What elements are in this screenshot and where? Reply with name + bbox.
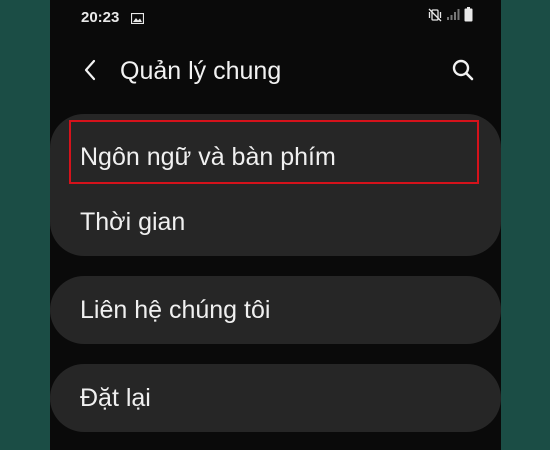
- back-arrow-icon: [83, 59, 97, 86]
- settings-item-label: Ngôn ngữ và bàn phím: [80, 143, 336, 171]
- settings-item-label: Thời gian: [80, 208, 186, 236]
- settings-item-label: Đặt lại: [80, 384, 151, 412]
- signal-icon: [446, 8, 460, 26]
- settings-item-reset[interactable]: Đặt lại: [50, 364, 501, 432]
- status-time: 20:23: [81, 9, 120, 26]
- battery-icon: [464, 7, 473, 27]
- search-button[interactable]: [447, 56, 479, 88]
- phone-screen: 20:23 Quản lý chung Ngôn ngữ và bàn phím…: [50, 0, 501, 450]
- mute-vibrate-icon: [428, 8, 442, 27]
- back-button[interactable]: [74, 56, 106, 88]
- settings-group-1: Ngôn ngữ và bàn phím Thời gian: [50, 114, 501, 256]
- settings-item-time[interactable]: Thời gian: [50, 188, 501, 256]
- settings-group-3: Đặt lại: [50, 364, 501, 432]
- app-bar: Quản lý chung: [50, 34, 501, 108]
- settings-group-2: Liên hệ chúng tôi: [50, 276, 501, 344]
- page-title: Quản lý chung: [120, 57, 282, 85]
- settings-item-label: Liên hệ chúng tôi: [80, 296, 271, 324]
- status-icons: [428, 7, 473, 27]
- settings-item-contact-us[interactable]: Liên hệ chúng tôi: [50, 276, 501, 344]
- status-bar: 20:23: [50, 0, 501, 34]
- settings-item-language-keyboard[interactable]: Ngôn ngữ và bàn phím: [50, 114, 501, 188]
- gallery-icon: [130, 11, 145, 25]
- search-icon: [452, 59, 474, 86]
